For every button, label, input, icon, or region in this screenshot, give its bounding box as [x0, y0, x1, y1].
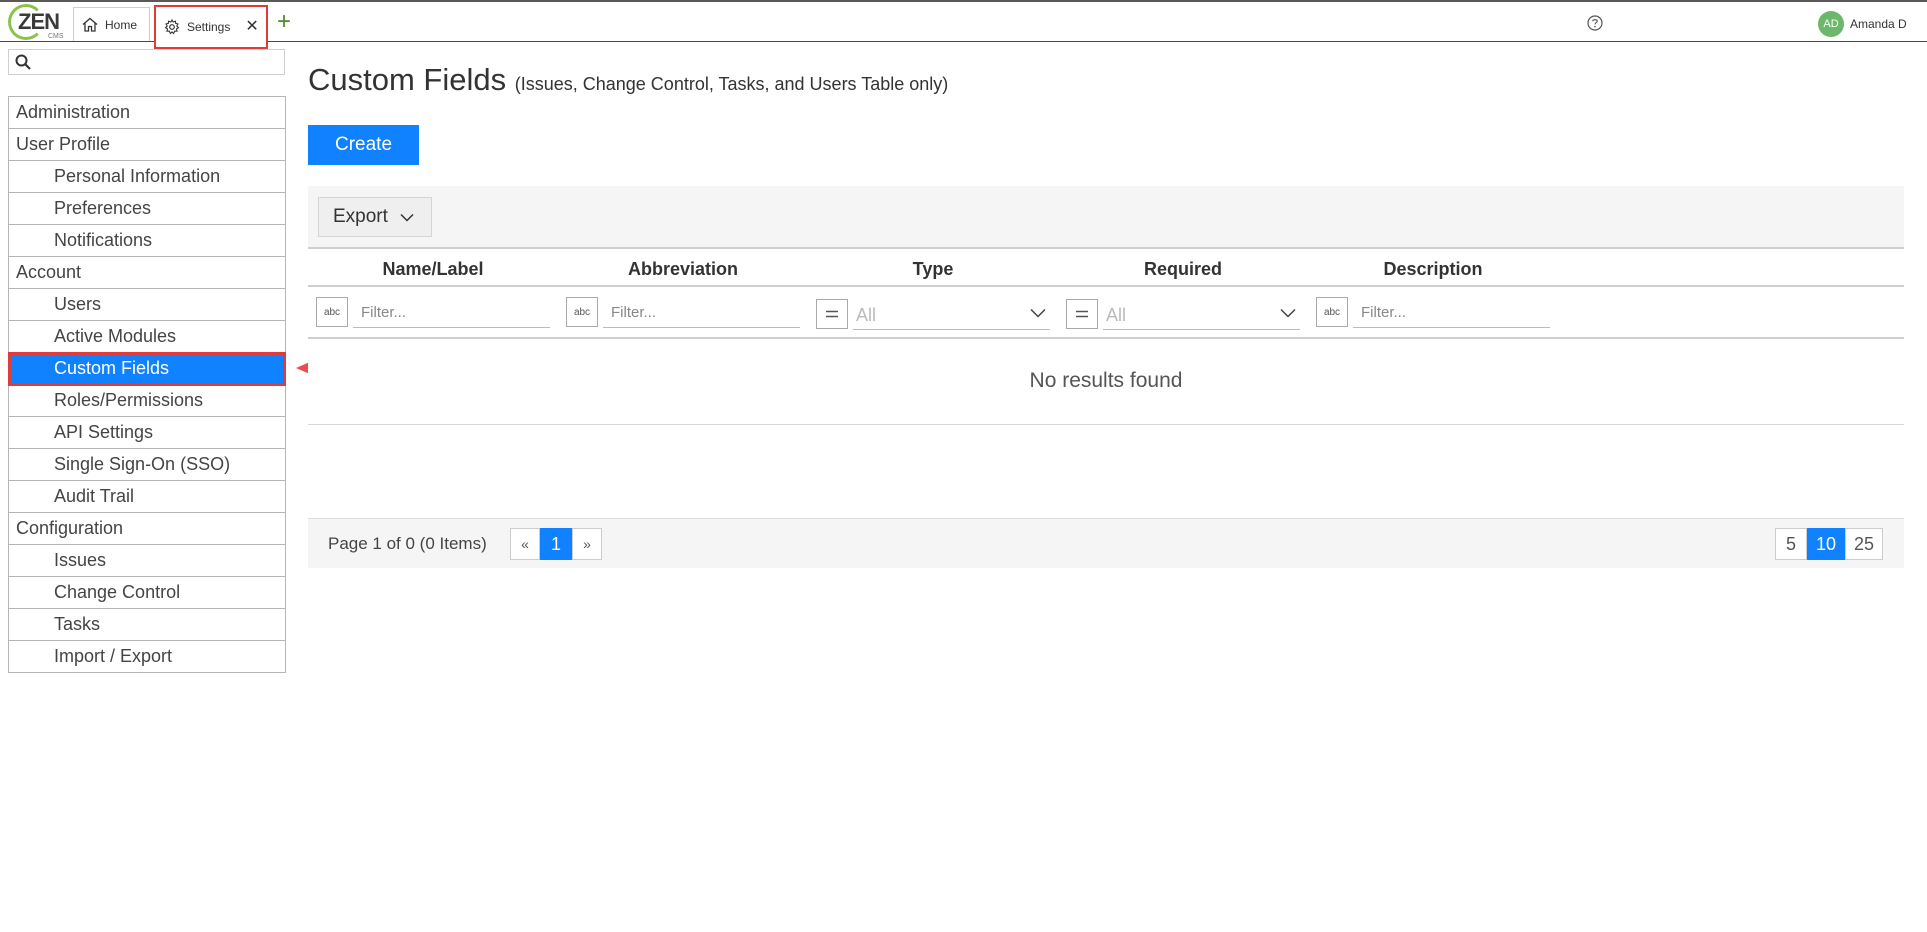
- search-input[interactable]: [37, 52, 277, 72]
- chevron-down-icon: [1030, 308, 1046, 318]
- sidebar-item-users[interactable]: Users: [9, 289, 285, 321]
- sidebar-search[interactable]: [8, 49, 285, 75]
- empty-results-row: No results found: [308, 339, 1904, 425]
- equals-filter-operator-button[interactable]: [816, 299, 848, 329]
- sidebar-item-change-control[interactable]: Change Control: [9, 577, 285, 609]
- sidebar-item-issues[interactable]: Issues: [9, 545, 285, 577]
- page-1-button[interactable]: 1: [540, 528, 572, 560]
- type-filter-select[interactable]: All: [853, 300, 1050, 330]
- column-header-name[interactable]: Name/Label: [308, 259, 558, 280]
- sidebar-item-roles-permissions[interactable]: Roles/Permissions: [9, 385, 285, 417]
- description-filter-input[interactable]: [1353, 298, 1550, 328]
- logo-text: ZEN: [18, 9, 60, 34]
- sidebar-nav: Administration User Profile Personal Inf…: [8, 96, 286, 673]
- sidebar-item-tasks[interactable]: Tasks: [9, 609, 285, 641]
- column-header-type[interactable]: Type: [808, 259, 1058, 280]
- avatar[interactable]: AD: [1818, 11, 1844, 37]
- tab-home-label: Home: [105, 17, 138, 32]
- column-header-required[interactable]: Required: [1058, 259, 1308, 280]
- sidebar-item-custom-fields[interactable]: Custom Fields: [8, 352, 286, 386]
- sidebar-item-preferences[interactable]: Preferences: [9, 193, 285, 225]
- export-button[interactable]: Export: [318, 197, 432, 237]
- logo-subtext: CMS: [48, 33, 64, 40]
- sidebar-item-api-settings[interactable]: API Settings: [9, 417, 285, 449]
- pager-info: Page 1 of 0 (0 Items): [328, 534, 487, 553]
- home-icon: [82, 17, 98, 32]
- tab-settings-label: Settings: [187, 20, 231, 34]
- text-filter-icon: abc: [323, 306, 341, 318]
- page-subtitle: (Issues, Change Control, Tasks, and User…: [514, 74, 949, 94]
- column-header-description[interactable]: Description: [1308, 259, 1558, 280]
- required-filter-value: All: [1106, 305, 1127, 325]
- gear-icon: [164, 19, 180, 35]
- page-size-10-button[interactable]: 10: [1807, 528, 1845, 560]
- prev-page-button[interactable]: «: [510, 528, 540, 560]
- equals-icon: [1076, 310, 1088, 318]
- sidebar-item-active-modules[interactable]: Active Modules: [9, 321, 285, 353]
- page-size-25-button[interactable]: 25: [1845, 528, 1883, 560]
- grid-toolbar: Export: [308, 186, 1904, 247]
- sidebar-item-account[interactable]: Account: [9, 257, 285, 289]
- page-size-5-button[interactable]: 5: [1775, 528, 1807, 560]
- pager: Page 1 of 0 (0 Items) « 1 » 5 10 25: [308, 518, 1904, 568]
- sidebar-item-sso[interactable]: Single Sign-On (SSO): [9, 449, 285, 481]
- sidebar-item-personal-information[interactable]: Personal Information: [9, 161, 285, 193]
- chevron-down-icon: [1280, 308, 1296, 318]
- user-name[interactable]: Amanda D: [1850, 17, 1907, 31]
- page-title-text: Custom Fields: [308, 62, 507, 97]
- next-page-button[interactable]: »: [572, 528, 602, 560]
- sidebar-item-configuration[interactable]: Configuration: [9, 513, 285, 545]
- sidebar-item-administration[interactable]: Administration: [9, 97, 285, 129]
- help-icon[interactable]: [1587, 15, 1603, 36]
- text-filter-operator-button[interactable]: abc: [316, 297, 348, 327]
- export-label: Export: [333, 206, 388, 227]
- create-button[interactable]: Create: [308, 125, 419, 165]
- tab-settings[interactable]: Settings ✕: [154, 5, 268, 49]
- name-filter-input[interactable]: [353, 298, 550, 328]
- empty-message: No results found: [1029, 369, 1183, 392]
- grid-header: Name/Label Abbreviation Type Required De…: [308, 247, 1904, 287]
- text-filter-icon: abc: [1323, 306, 1341, 318]
- tab-home[interactable]: Home: [73, 7, 150, 41]
- sidebar-item-notifications[interactable]: Notifications: [9, 225, 285, 257]
- zen-logo[interactable]: ZEN CMS: [8, 4, 66, 42]
- sidebar-item-audit-trail[interactable]: Audit Trail: [9, 481, 285, 513]
- type-filter-value: All: [856, 305, 877, 325]
- text-filter-operator-button[interactable]: abc: [566, 297, 598, 327]
- filter-row: abc abc All All abc: [308, 289, 1904, 339]
- column-header-abbreviation[interactable]: Abbreviation: [558, 259, 808, 280]
- search-icon: [15, 54, 31, 70]
- page-title: Custom Fields (Issues, Change Control, T…: [308, 62, 948, 98]
- sidebar-item-import-export[interactable]: Import / Export: [9, 641, 285, 673]
- close-icon[interactable]: ✕: [245, 19, 258, 35]
- required-filter-select[interactable]: All: [1103, 300, 1300, 330]
- sidebar-item-user-profile[interactable]: User Profile: [9, 129, 285, 161]
- equals-icon: [826, 310, 838, 318]
- chevron-down-icon: [400, 213, 414, 222]
- text-filter-operator-button[interactable]: abc: [1316, 297, 1348, 327]
- abbreviation-filter-input[interactable]: [603, 298, 800, 328]
- text-filter-icon: abc: [573, 306, 591, 318]
- top-bar: ZEN CMS Home Settings ✕ + AD Amanda D: [0, 0, 1927, 49]
- add-tab-icon[interactable]: +: [277, 10, 291, 34]
- equals-filter-operator-button[interactable]: [1066, 299, 1098, 329]
